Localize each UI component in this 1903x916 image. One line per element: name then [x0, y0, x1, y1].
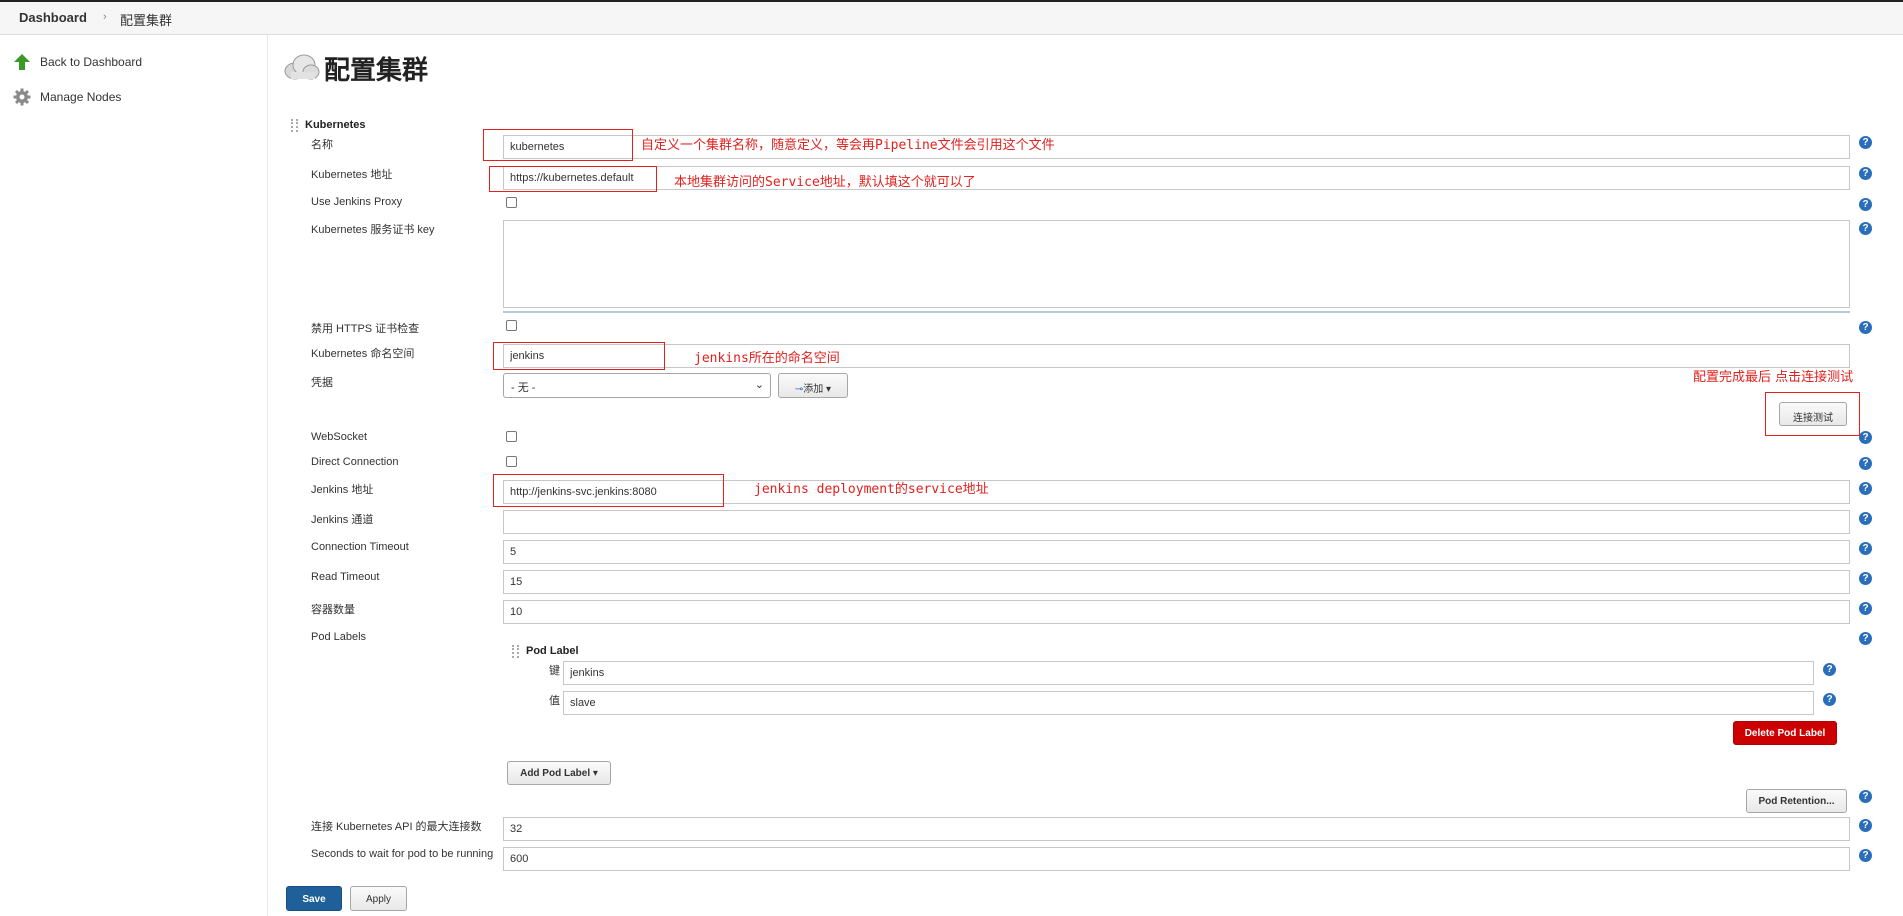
- use-proxy-label: Use Jenkins Proxy: [311, 196, 403, 208]
- namespace-label: Kubernetes 命名空间: [311, 348, 415, 360]
- annotation-jenkins-url-note: jenkins deployment的service地址: [754, 482, 989, 497]
- annotation-url-note: 本地集群访问的Service地址，默认填这个就可以了: [674, 175, 976, 190]
- websocket-label: WebSocket: [311, 431, 368, 443]
- apply-button[interactable]: Apply: [350, 886, 407, 911]
- breadcrumb-chevron-icon: ›: [103, 11, 107, 23]
- cert-key-label: Kubernetes 服务证书 key: [311, 224, 435, 236]
- read-timeout-label: Read Timeout: [311, 571, 380, 583]
- pod-retention-button[interactable]: Pod Retention...: [1746, 789, 1847, 813]
- disable-https-checkbox[interactable]: [506, 320, 517, 331]
- annotation-namespace-note: jenkins所在的命名空间: [694, 351, 840, 366]
- caret-down-icon: ▾: [823, 384, 832, 395]
- help-icon[interactable]: ?: [1859, 167, 1872, 180]
- cert-key-textarea[interactable]: [503, 220, 1850, 308]
- websocket-checkbox[interactable]: [506, 431, 517, 442]
- help-icon[interactable]: ?: [1859, 512, 1872, 525]
- use-proxy-checkbox[interactable]: [506, 197, 517, 208]
- wait-seconds-input[interactable]: [503, 847, 1850, 871]
- sidebar-item-back-to-dashboard[interactable]: Back to Dashboard: [13, 53, 142, 71]
- page-title-text: 配置集群: [324, 56, 429, 86]
- help-icon[interactable]: ?: [1859, 790, 1872, 803]
- breadcrumb: Dashboard › 配置集群: [0, 2, 1903, 35]
- jenkins-tunnel-input[interactable]: [503, 510, 1850, 534]
- disable-https-label: 禁用 HTTPS 证书检查: [311, 323, 420, 335]
- max-connections-input[interactable]: [503, 817, 1850, 841]
- direct-connection-label: Direct Connection: [311, 456, 399, 468]
- help-icon[interactable]: ?: [1823, 693, 1836, 706]
- breadcrumb-dashboard-link[interactable]: Dashboard: [19, 10, 87, 25]
- help-icon[interactable]: ?: [1859, 431, 1872, 444]
- help-icon[interactable]: ?: [1859, 849, 1872, 862]
- delete-pod-label-button[interactable]: Delete Pod Label: [1733, 721, 1837, 745]
- pod-label-drag-handle[interactable]: [512, 645, 519, 658]
- help-icon[interactable]: ?: [1859, 632, 1872, 645]
- container-cap-input[interactable]: [503, 600, 1850, 624]
- k8s-url-label: Kubernetes 地址: [311, 169, 393, 181]
- sidebar-item-manage-nodes[interactable]: Manage Nodes: [13, 88, 121, 106]
- add-pod-label-text: Add Pod Label: [520, 768, 591, 779]
- annotation-box-url: [489, 166, 657, 192]
- pod-label-key-label: 键: [549, 665, 560, 677]
- gear-icon: [13, 88, 31, 106]
- add-credentials-label: 添加: [803, 384, 824, 395]
- help-icon[interactable]: ?: [1859, 542, 1872, 555]
- name-label: 名称: [311, 139, 333, 151]
- sidebar: Back to Dashboard Manage Nodes: [0, 35, 268, 916]
- annotation-box-namespace: [493, 342, 665, 370]
- connection-timeout-input[interactable]: [503, 540, 1850, 564]
- caret-down-icon: ▾: [590, 768, 598, 779]
- wait-seconds-label: Seconds to wait for pod to be running: [311, 848, 494, 860]
- direct-connection-checkbox[interactable]: [506, 456, 517, 467]
- connection-timeout-label: Connection Timeout: [311, 541, 409, 553]
- container-cap-label: 容器数量: [311, 604, 355, 616]
- add-credentials-button[interactable]: ⊸添加 ▾: [778, 373, 848, 398]
- read-timeout-input[interactable]: [503, 570, 1850, 594]
- sidebar-item-label: Back to Dashboard: [40, 55, 143, 69]
- help-icon[interactable]: ?: [1859, 457, 1872, 470]
- help-icon[interactable]: ?: [1859, 222, 1872, 235]
- help-icon[interactable]: ?: [1859, 136, 1872, 149]
- add-pod-label-button[interactable]: Add Pod Label ▾: [507, 761, 611, 785]
- section-title: Kubernetes: [305, 119, 366, 131]
- pod-label-value-input[interactable]: [563, 691, 1814, 715]
- section-drag-handle[interactable]: [291, 119, 298, 132]
- chevron-down-icon: ⌄: [754, 379, 764, 391]
- pod-label-key-input[interactable]: [563, 661, 1814, 685]
- help-icon[interactable]: ?: [1859, 482, 1872, 495]
- help-icon[interactable]: ?: [1823, 663, 1836, 676]
- cloud-icon: [282, 53, 320, 84]
- jenkins-tunnel-label: Jenkins 通道: [311, 514, 374, 526]
- annotation-name-note: 自定义一个集群名称，随意定义，等会再Pipeline文件会引用这个文件: [641, 138, 1055, 153]
- up-arrow-icon: [13, 53, 31, 71]
- pod-label-block-title: Pod Label: [526, 645, 579, 657]
- annotation-box-name: [483, 129, 633, 161]
- pod-labels-label: Pod Labels: [311, 631, 367, 643]
- credentials-select[interactable]: - 无 - ⌄: [503, 373, 771, 398]
- page-title: 配置集群: [282, 50, 428, 87]
- pod-label-value-label: 值: [549, 695, 560, 707]
- sidebar-item-label: Manage Nodes: [40, 90, 122, 104]
- textarea-resize-bar[interactable]: [503, 311, 1850, 313]
- max-connections-label: 连接 Kubernetes API 的最大连接数: [311, 821, 482, 833]
- credentials-selected: - 无 -: [511, 382, 536, 394]
- help-icon[interactable]: ?: [1859, 572, 1872, 585]
- breadcrumb-current: 配置集群: [120, 13, 173, 28]
- help-icon[interactable]: ?: [1859, 321, 1872, 334]
- help-icon[interactable]: ?: [1859, 819, 1872, 832]
- jenkins-url-label: Jenkins 地址: [311, 484, 374, 496]
- credentials-label: 凭据: [311, 377, 333, 389]
- annotation-test-note: 配置完成最后 点击连接测试: [1693, 370, 1854, 385]
- annotation-box-test: [1765, 392, 1860, 436]
- help-icon[interactable]: ?: [1859, 602, 1872, 615]
- save-button[interactable]: Save: [286, 886, 342, 911]
- annotation-box-jenkins-url: [493, 474, 724, 507]
- help-icon[interactable]: ?: [1859, 198, 1872, 211]
